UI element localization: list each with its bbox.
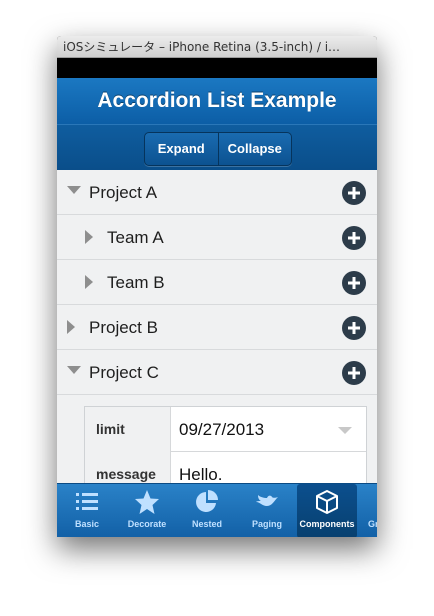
box-icon bbox=[316, 490, 338, 514]
limit-row: limit 09/27/2013 bbox=[85, 407, 366, 452]
status-bar bbox=[57, 58, 377, 78]
message-row: message Hello. bbox=[85, 452, 366, 483]
tab-decorate[interactable]: Decorate bbox=[117, 484, 177, 537]
list-item-label: Team B bbox=[107, 273, 165, 292]
expand-button[interactable]: Expand bbox=[145, 133, 218, 165]
window-title: iOSシミュレータ – iPhone Retina (3.5-inch) / i… bbox=[57, 36, 377, 58]
accordion-list: Project A Team A Team B Project B Projec… bbox=[57, 170, 377, 483]
tab-label: Paging bbox=[251, 519, 282, 529]
add-icon[interactable] bbox=[342, 316, 366, 340]
tab-components[interactable]: Components bbox=[297, 484, 357, 537]
limit-date-field[interactable]: 09/27/2013 bbox=[179, 407, 264, 452]
tab-label: Nested bbox=[191, 519, 222, 529]
nav-title: Accordion List Example bbox=[97, 89, 337, 112]
tab-basic[interactable]: Basic bbox=[57, 484, 117, 537]
list-item-label: Project C bbox=[89, 363, 159, 382]
bird-icon bbox=[256, 495, 278, 506]
tab-paging[interactable]: Paging bbox=[237, 484, 297, 537]
add-icon[interactable] bbox=[342, 226, 366, 250]
toolbar: Expand Collapse bbox=[57, 124, 377, 170]
list-item-project-b[interactable]: Project B bbox=[57, 305, 377, 350]
pie-chart-icon bbox=[196, 490, 218, 512]
dropdown-arrow-icon[interactable] bbox=[338, 427, 352, 434]
message-label: message bbox=[85, 452, 171, 483]
tab-bar: Basic Decorate Nested Paging Components … bbox=[57, 483, 377, 537]
add-icon[interactable] bbox=[342, 271, 366, 295]
add-icon[interactable] bbox=[342, 361, 366, 385]
partial-icon bbox=[374, 489, 377, 515]
tab-nested[interactable]: Nested bbox=[177, 484, 237, 537]
list-item-label: Team A bbox=[107, 228, 164, 247]
disclosure-collapsed-icon bbox=[85, 275, 93, 289]
disclosure-collapsed-icon bbox=[67, 320, 75, 334]
navigation-bar: Accordion List Example bbox=[57, 78, 377, 125]
message-field[interactable]: Hello. bbox=[179, 452, 222, 483]
disclosure-expanded-icon bbox=[67, 366, 81, 374]
expand-collapse-segmented-control: Expand Collapse bbox=[144, 132, 292, 166]
tab-label: Gr bbox=[368, 519, 377, 529]
tab-gr[interactable]: Gr bbox=[357, 484, 377, 537]
disclosure-expanded-icon bbox=[67, 186, 81, 194]
add-icon[interactable] bbox=[342, 181, 366, 205]
collapse-button[interactable]: Collapse bbox=[217, 133, 292, 165]
list-item-label: Project A bbox=[89, 183, 158, 202]
star-icon bbox=[135, 490, 159, 514]
list-icon bbox=[76, 493, 98, 510]
tab-label: Basic bbox=[74, 519, 100, 529]
tab-label: Decorate bbox=[127, 519, 167, 529]
detail-form: limit 09/27/2013 message Hello. bbox=[84, 406, 367, 483]
list-item-label: Project B bbox=[89, 318, 158, 337]
list-item-team-b[interactable]: Team B bbox=[57, 260, 377, 305]
simulator-window: iOSシミュレータ – iPhone Retina (3.5-inch) / i… bbox=[57, 36, 377, 537]
list-item-team-a[interactable]: Team A bbox=[57, 215, 377, 260]
list-item-project-c[interactable]: Project C bbox=[57, 350, 377, 395]
tab-label: Components bbox=[299, 519, 355, 529]
list-item-project-a[interactable]: Project A bbox=[57, 170, 377, 215]
disclosure-collapsed-icon bbox=[85, 230, 93, 244]
limit-label: limit bbox=[85, 407, 171, 452]
